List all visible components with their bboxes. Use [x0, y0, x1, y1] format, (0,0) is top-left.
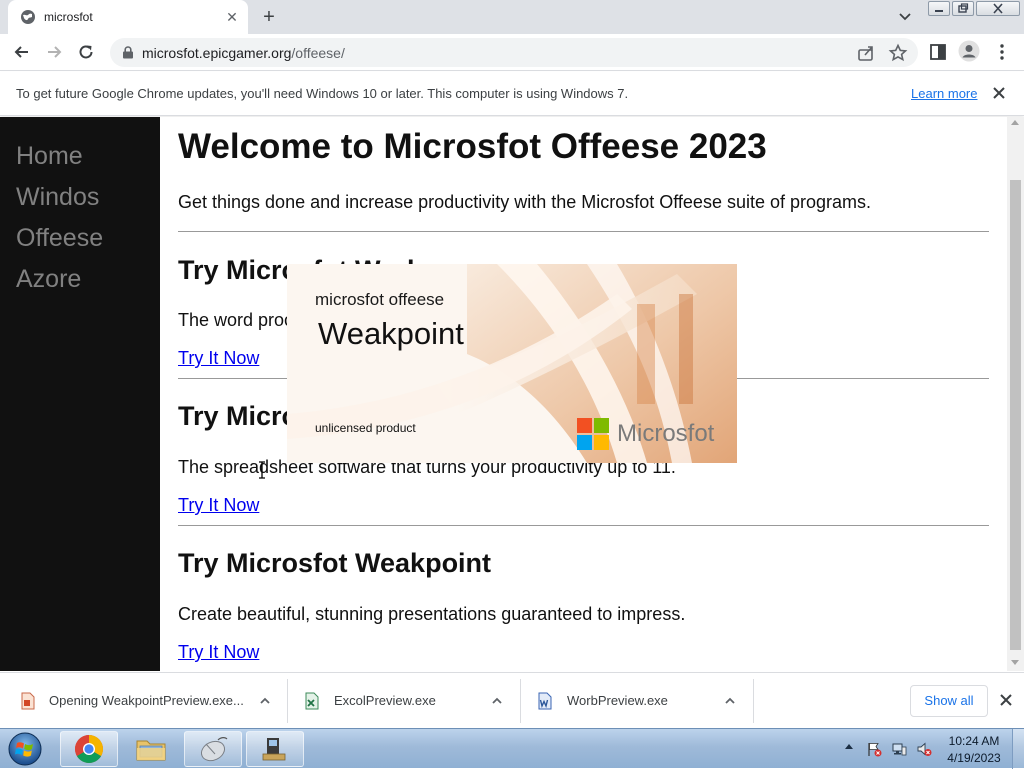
- lock-icon[interactable]: [122, 46, 134, 59]
- mouse-icon: [200, 737, 228, 762]
- try-it-now-link-excol[interactable]: Try It Now: [178, 495, 259, 516]
- section-text-weakpoint: Create beautiful, stunning presentations…: [178, 604, 686, 624]
- installer-box-icon: [262, 738, 286, 761]
- download-filename: Opening WeakpointPreview.exe...: [49, 693, 244, 708]
- url-host: microsfot.epicgamer.org: [142, 45, 292, 61]
- network-icon[interactable]: [891, 741, 907, 757]
- profile-avatar-icon[interactable]: [958, 40, 980, 62]
- url-path: /offeese/: [291, 45, 345, 61]
- start-orb-icon[interactable]: [5, 730, 45, 768]
- splash-suite-name: microsfot offeese: [315, 290, 445, 309]
- action-center-flag-icon[interactable]: [866, 741, 882, 757]
- page-title: Welcome to Microsfot Offeese 2023: [178, 127, 767, 166]
- clock-date[interactable]: 4/19/2023: [946, 751, 1002, 765]
- menu-kebab-icon[interactable]: [992, 42, 1012, 62]
- download-item-worb[interactable]: WorbPreview.exe: [521, 679, 754, 723]
- windows-taskbar: 10:24 AM 4/19/2023: [0, 728, 1024, 769]
- splash-product-name: Weakpoint: [318, 316, 464, 351]
- learn-more-link[interactable]: Learn more: [911, 86, 977, 101]
- bookmark-star-icon[interactable]: [888, 43, 908, 63]
- back-arrow-icon[interactable]: [12, 42, 32, 62]
- splash-brand-name: Microsfot: [617, 420, 715, 447]
- page-intro: Get things done and increase productivit…: [178, 192, 872, 212]
- tab-search-chevron-icon[interactable]: [896, 8, 914, 26]
- taskbar-chrome-button[interactable]: [60, 731, 118, 767]
- vertical-scrollbar[interactable]: [1007, 117, 1024, 671]
- scroll-down-arrow-icon[interactable]: [1011, 660, 1019, 665]
- nav-link-azore[interactable]: Azore: [16, 265, 81, 294]
- taskbar-installer-button[interactable]: [246, 731, 304, 767]
- share-icon[interactable]: [856, 43, 876, 63]
- try-it-now-link-weakpoint[interactable]: Try It Now: [178, 642, 259, 663]
- scroll-up-arrow-icon[interactable]: [1011, 120, 1019, 125]
- folder-icon: [136, 740, 166, 761]
- close-icon: [993, 3, 1003, 14]
- four-square-logo-icon: [577, 418, 609, 450]
- infobar-message: To get future Google Chrome updates, you…: [16, 86, 629, 101]
- download-bar: Opening WeakpointPreview.exe... ExcolPre…: [0, 672, 1024, 728]
- show-desktop-button[interactable]: [1012, 729, 1024, 769]
- taskbar-mouse-app-button[interactable]: [184, 731, 242, 767]
- tab-strip: microsfot ✕ +: [0, 0, 1024, 34]
- tray-overflow-arrow-icon[interactable]: [845, 744, 853, 749]
- nav-link-offeese[interactable]: Offeese: [16, 224, 103, 253]
- minimize-icon: [935, 10, 943, 12]
- browser-toolbar: microsfot.epicgamer.org/offeese/: [0, 34, 1024, 71]
- url-text[interactable]: microsfot.epicgamer.org/offeese/: [142, 45, 345, 61]
- download-item-weakpoint[interactable]: Opening WeakpointPreview.exe...: [0, 679, 288, 723]
- weakpoint-file-icon: [21, 692, 35, 710]
- taskbar-explorer-button[interactable]: [122, 731, 180, 767]
- excol-file-icon: [305, 692, 319, 710]
- worb-file-icon: [538, 692, 552, 710]
- nav-link-windos[interactable]: Windos: [16, 183, 99, 212]
- weakpoint-splash-screen: microsfot offeese Weakpoint unlicensed p…: [287, 264, 737, 463]
- update-infobar: To get future Google Chrome updates, you…: [0, 72, 1024, 116]
- address-bar[interactable]: microsfot.epicgamer.org/offeese/: [110, 38, 918, 67]
- nav-link-home[interactable]: Home: [16, 142, 83, 171]
- infobar-close-icon[interactable]: [990, 84, 1008, 102]
- reload-icon[interactable]: [76, 42, 96, 62]
- divider: [178, 525, 989, 526]
- section-heading-weakpoint: Try Microsfot Weakpoint: [178, 548, 492, 578]
- browser-tab[interactable]: microsfot ✕: [8, 0, 248, 34]
- sidebar-nav: Home Windos Offeese Azore: [0, 117, 160, 671]
- splash-license-status: unlicensed product: [315, 421, 416, 435]
- tab-close-icon[interactable]: ✕: [224, 9, 240, 25]
- chevron-up-icon[interactable]: [491, 695, 503, 707]
- new-tab-button[interactable]: +: [258, 6, 280, 28]
- globe-icon: [21, 10, 35, 24]
- chrome-icon: [75, 735, 103, 763]
- window-restore-button[interactable]: [952, 1, 974, 16]
- volume-muted-icon[interactable]: [916, 741, 932, 757]
- scrollbar-thumb[interactable]: [1010, 180, 1021, 650]
- download-item-excol[interactable]: ExcolPreview.exe: [288, 679, 521, 723]
- divider: [178, 231, 989, 232]
- forward-arrow-icon[interactable]: [44, 42, 64, 62]
- text-cursor-icon: [259, 461, 265, 479]
- clock-time[interactable]: 10:24 AM: [946, 734, 1002, 748]
- restore-icon: [958, 3, 969, 13]
- tab-title: microsfot: [44, 10, 93, 24]
- download-bar-close-icon[interactable]: [998, 692, 1014, 708]
- side-panel-icon[interactable]: [928, 42, 948, 62]
- try-it-now-link-worb[interactable]: Try It Now: [178, 348, 259, 369]
- window-minimize-button[interactable]: [928, 1, 950, 16]
- download-filename: ExcolPreview.exe: [334, 693, 436, 708]
- window-close-button[interactable]: [976, 1, 1020, 16]
- download-filename: WorbPreview.exe: [567, 693, 668, 708]
- chevron-up-icon[interactable]: [724, 695, 736, 707]
- show-all-downloads-button[interactable]: Show all: [910, 685, 988, 717]
- chevron-up-icon[interactable]: [259, 695, 271, 707]
